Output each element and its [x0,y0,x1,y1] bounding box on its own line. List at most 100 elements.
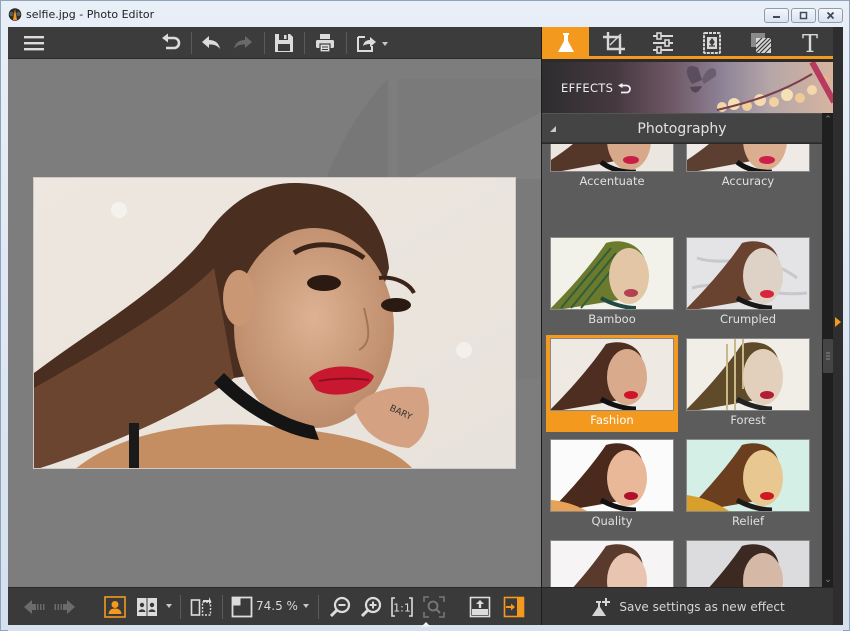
effects-back-button[interactable]: EFFECTS [561,81,632,95]
close-button[interactable] [818,8,843,23]
effect-preview [686,439,810,512]
toolbar-divider [346,32,347,54]
toolbar-divider [264,32,265,54]
frame-icon [702,32,721,54]
effect-thumbnail[interactable] [682,537,814,587]
svg-text:1:1: 1:1 [393,602,411,615]
crop-icon [602,32,625,54]
effect-preview [550,338,674,411]
tab-adjust[interactable] [639,27,686,59]
tab-layers[interactable] [737,27,784,59]
save-new-effect-button[interactable]: Save settings as new effect [542,587,834,625]
tab-text[interactable]: T [786,27,833,59]
effect-thumbnail[interactable]: Quality [546,436,678,533]
effect-preview [686,237,810,310]
back-arrow-icon [618,82,632,93]
zoom-out-button[interactable] [328,595,352,619]
zoom-in-icon [360,596,382,618]
effect-preview [686,540,810,587]
minimize-button[interactable] [764,8,789,23]
effect-thumbnail[interactable]: Bamboo [546,234,678,331]
share-button[interactable] [354,31,378,55]
save-button[interactable] [272,31,296,55]
toggle-panel-button[interactable] [502,595,526,619]
single-view-button[interactable] [103,595,127,619]
compare-view-button[interactable] [135,595,159,619]
effect-thumbnail[interactable]: Accuracy [682,144,814,193]
sliders-icon [652,32,673,54]
export-button[interactable] [468,595,492,619]
effect-thumbnail-selected[interactable]: Fashion [546,335,678,432]
undo-button[interactable] [199,31,223,55]
minimize-icon [773,16,780,18]
grip-icon [826,352,830,360]
panel-edge-strip [833,27,843,625]
maximize-button[interactable] [791,8,816,23]
zoom-level: 74.5 % [256,599,298,613]
revert-button[interactable] [159,31,183,55]
menu-button[interactable] [22,31,46,55]
effects-banner: EFFECTS [542,62,834,113]
app-window: selfie.jpg - Photo Editor BARY 74.5 % 1:… [0,0,850,631]
category-header[interactable]: Photography [542,113,822,143]
window-title: selfie.jpg - Photo Editor [26,8,155,21]
compare-dropdown-arrow[interactable] [166,604,172,608]
next-image-button[interactable] [53,595,77,619]
share-icon [357,36,376,52]
effect-label: Relief [731,514,765,528]
effect-preview [550,439,674,512]
collapse-panel-arrow-icon[interactable] [835,317,841,327]
edited-photo[interactable]: BARY [33,177,516,469]
arrow-left-icon [24,600,45,614]
effects-grid: Accentuate Accuracy Bamboo Crumpled Fash… [542,144,822,587]
zoom-dropdown-arrow[interactable] [303,604,309,608]
toolbar-divider [191,32,192,54]
panel-tabs: T [542,27,834,59]
effect-thumbnail[interactable]: Forest [682,335,814,432]
bottom-divider [318,595,319,619]
zoom-selection-button[interactable] [422,595,446,619]
effect-preview [550,237,674,310]
save-new-effect-label: Save settings as new effect [619,599,785,614]
effect-thumbnail[interactable] [546,537,678,587]
effect-label: Forest [730,413,766,427]
svg-text:T: T [801,30,817,56]
flask-icon [557,33,574,52]
main-toolbar [8,27,541,59]
title-bar: selfie.jpg - Photo Editor [1,1,849,27]
single-person-icon [104,596,126,618]
print-button[interactable] [313,31,337,55]
effect-preview [550,144,674,172]
bottom-divider [222,595,223,619]
actual-size-button[interactable]: 1:1 [390,595,414,619]
image-canvas[interactable]: BARY [8,59,541,587]
previous-image-button[interactable] [22,595,46,619]
effects-panel: T EFFECTS Photography Accentuate Accurac… [541,27,834,625]
effect-thumbnail[interactable]: Crumpled [682,234,814,331]
tab-effects[interactable] [542,27,589,59]
effect-thumbnail[interactable]: Relief [682,436,814,533]
maximize-icon [799,11,808,20]
tab-frames[interactable] [688,27,735,59]
effect-label: Fashion [590,413,634,427]
bottom-divider [180,595,181,619]
share-dropdown-arrow[interactable] [382,42,388,46]
text-icon: T [801,30,817,56]
arrow-right-icon [54,600,75,614]
panel-toggle-icon [503,596,525,618]
split-view-button[interactable] [189,595,213,619]
redo-button[interactable] [231,31,255,55]
zoom-in-button[interactable] [359,595,383,619]
expand-filmstrip-icon[interactable] [421,622,431,627]
effect-thumbnail[interactable]: Accentuate [546,144,678,193]
effect-label: Quality [591,514,633,528]
revert-icon [162,33,181,50]
fit-window-button[interactable] [230,595,254,619]
flask-plus-icon [592,597,611,616]
effect-preview [686,144,810,172]
effect-label: Bamboo [588,312,636,326]
zoom-out-icon [329,596,351,618]
scrollbar-thumb[interactable] [823,339,833,373]
tab-crop[interactable] [590,27,637,59]
compare-icon [137,598,157,616]
